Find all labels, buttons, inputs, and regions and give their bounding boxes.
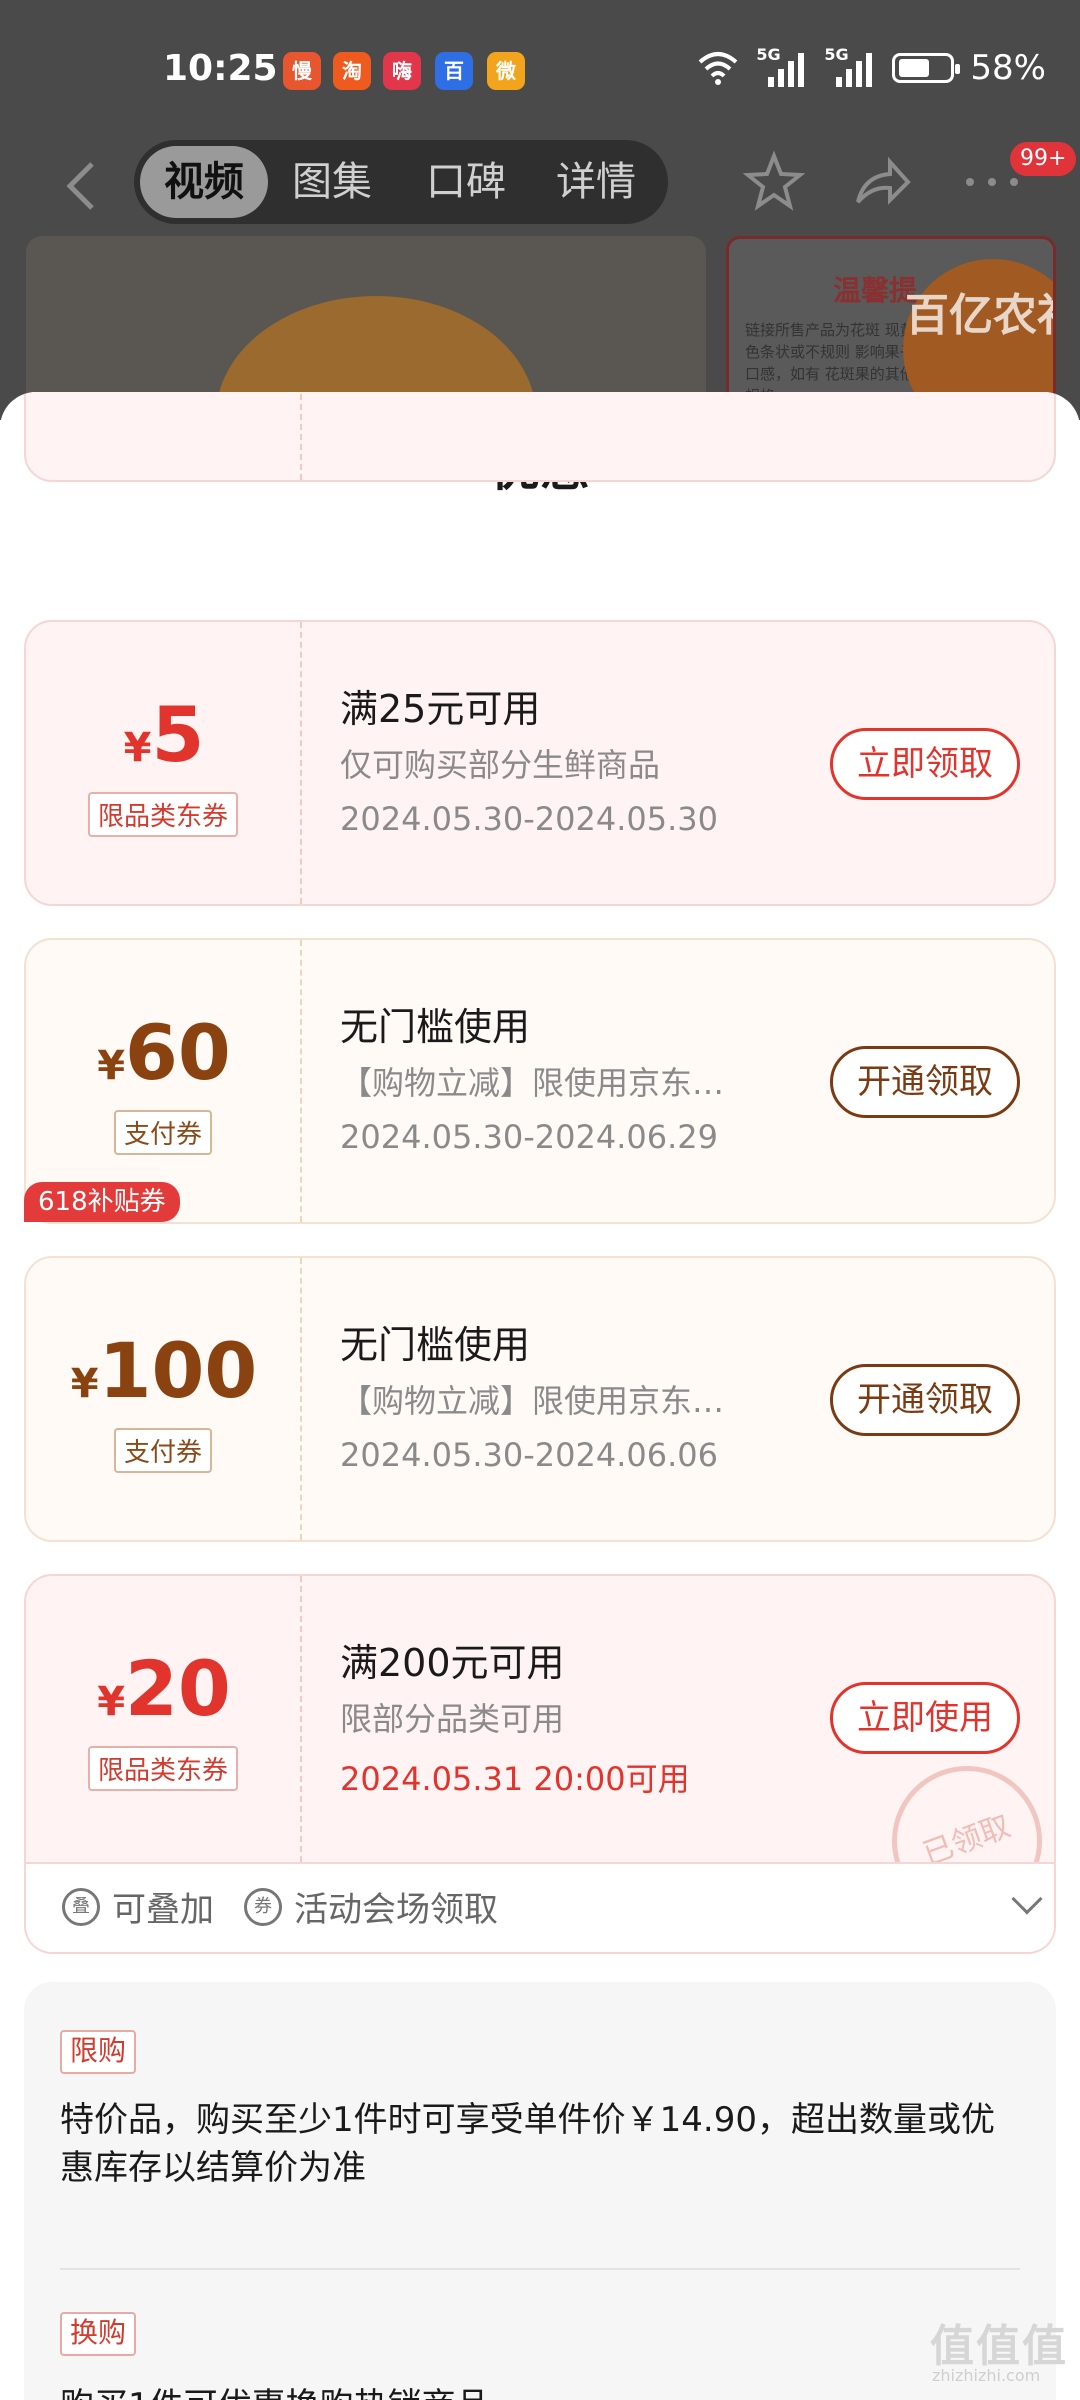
back-arrow-icon[interactable]: [56, 156, 106, 216]
app-icon-weibo: 微: [487, 52, 525, 90]
amount-value: 60: [125, 1008, 231, 1097]
battery-icon: [892, 53, 961, 83]
promotion-panel: 限购 特价品，购买至少1件时可享受单件价￥14.90，超出数量或优惠库存以结算价…: [24, 1982, 1056, 2400]
cell-signal-icon-2: 5G: [824, 45, 876, 87]
claim-coupon-button[interactable]: 立即领取: [830, 728, 1020, 800]
stack-icon: 叠: [62, 1887, 100, 1926]
activate-claim-button[interactable]: 开通领取: [830, 1364, 1020, 1436]
coupon-type-tag: 支付券: [113, 1110, 213, 1155]
cell-signal-icon-1: 5G: [756, 45, 808, 87]
coupon-title: 无门槛使用: [340, 1323, 531, 1367]
battery-percent: 58%: [970, 48, 1046, 88]
amount-value: 100: [98, 1326, 258, 1415]
coupon-amount: ¥20: [26, 1644, 302, 1733]
limit-purchase-text: 特价品，购买至少1件时可享受单件价￥14.90，超出数量或优惠库存以结算价为准: [60, 2100, 995, 2188]
coupon-date: 2024.05.31 20:00可用: [340, 1760, 690, 1798]
media-tab-group: 视频 图集 口碑 详情: [134, 140, 668, 224]
activate-claim-button[interactable]: 开通领取: [830, 1046, 1020, 1118]
tab-reviews[interactable]: 口碑: [426, 140, 506, 224]
app-icon-taobao: 淘: [333, 52, 371, 90]
currency-symbol: ¥: [70, 1361, 99, 1407]
stackable-label: 可叠加: [112, 1890, 214, 1930]
app-icon-hi: 嗨: [383, 52, 421, 90]
ticket-icon: 券: [244, 1887, 282, 1926]
currency-symbol: ¥: [97, 1043, 126, 1089]
coupon-title: 满25元可用: [340, 687, 541, 731]
favorite-star-icon[interactable]: [742, 150, 806, 214]
coupon-title: 满200元可用: [340, 1641, 565, 1685]
tab-details[interactable]: 详情: [556, 140, 636, 224]
coupon-left-section: [26, 392, 302, 480]
venue-label: 活动会场领取: [294, 1890, 498, 1930]
subsidy-618-tag: 618补贴券: [24, 1182, 180, 1222]
watermark-url: zhizhizhi.com: [932, 2366, 1041, 2385]
notification-badge: 99+: [1010, 142, 1077, 176]
coupon-card: ¥100 支付券 无门槛使用 【购物立减】限使用京东… 2024.05.30-2…: [24, 1256, 1056, 1542]
coupon-left-section: ¥60 支付券: [26, 940, 302, 1222]
app-icon-baidu: 百: [435, 52, 473, 90]
amount-value: 20: [125, 1644, 231, 1733]
app-icon-slow: 慢: [283, 52, 321, 90]
coupon-amount: ¥60: [26, 1008, 302, 1097]
use-now-button[interactable]: 立即使用: [830, 1682, 1020, 1754]
amount-value: 5: [151, 690, 205, 779]
status-right: 5G 5G 58%: [696, 45, 1046, 88]
coupon-type-tag: 限品类东券: [87, 792, 239, 837]
coupon-left-section: ¥20 限品类东券: [26, 1576, 302, 1862]
status-bar: 10:25 慢 淘 嗨 百 微 5G 5G 58%: [0, 0, 1080, 140]
coupon-card: ¥20 限品类东券 满200元可用 限部分品类可用 2024.05.31 20:…: [24, 1574, 1056, 1864]
coupon-date: 2024.05.30-2024.06.29: [340, 1118, 718, 1156]
coupon-type-tag: 支付券: [113, 1428, 213, 1473]
tab-gallery[interactable]: 图集: [292, 140, 372, 224]
venue-info: 券 活动会场领取: [244, 1882, 498, 1931]
coupon-title: 无门槛使用: [340, 1005, 531, 1049]
promo-divider: [60, 2268, 1020, 2270]
coupon-amount: ¥100: [26, 1326, 302, 1415]
coupon-card-partial: [24, 392, 1056, 482]
background-page: 10:25 慢 淘 嗨 百 微 5G 5G 58% 视频 图集 口碑 详情 99…: [0, 0, 1080, 420]
coupon-date: 2024.05.30-2024.06.06: [340, 1436, 718, 1474]
status-time: 10:25: [163, 48, 278, 89]
limit-purchase-tag: 限购: [60, 2030, 137, 2074]
coupon-footer: 叠 可叠加 券 活动会场领取: [24, 1864, 1056, 1954]
coupon-desc: 【购物立减】限使用京东…: [340, 1064, 725, 1102]
coupon-date: 2024.05.30-2024.05.30: [340, 800, 718, 838]
coupon-desc: 仅可购买部分生鲜商品: [340, 746, 661, 784]
currency-symbol: ¥: [97, 1679, 126, 1725]
discount-sheet: 优惠 ¥5 限品类东券 满25元可用 仅可购买部分生鲜商品 2024.05.30…: [0, 392, 1080, 2400]
coupon-desc: 限部分品类可用: [340, 1700, 565, 1738]
claimed-stamp: 已领取: [870, 1744, 1054, 1862]
coupon-amount: ¥5: [26, 690, 302, 779]
stackable-info: 叠 可叠加: [62, 1882, 214, 1931]
currency-symbol: ¥: [123, 725, 152, 771]
coupon-type-tag: 限品类东券: [87, 1746, 239, 1791]
share-icon[interactable]: [850, 150, 914, 214]
exchange-purchase-text: 购买1件可优惠换购热销商品: [60, 2382, 1020, 2400]
watermark: 值值值: [930, 2321, 1068, 2372]
coupon-desc: 【购物立减】限使用京东…: [340, 1382, 725, 1420]
coupon-left-section: ¥5 限品类东券: [26, 622, 302, 904]
coupon-left-section: ¥100 支付券: [26, 1258, 302, 1540]
coupon-card: ¥60 支付券 无门槛使用 【购物立减】限使用京东… 2024.05.30-20…: [24, 938, 1056, 1224]
tab-video[interactable]: 视频: [140, 146, 268, 218]
coupon-card: ¥5 限品类东券 满25元可用 仅可购买部分生鲜商品 2024.05.30-20…: [24, 620, 1056, 906]
exchange-purchase-tag: 换购: [60, 2312, 137, 2356]
wifi-icon: [699, 52, 738, 85]
chevron-down-icon[interactable]: [1011, 1883, 1043, 1915]
